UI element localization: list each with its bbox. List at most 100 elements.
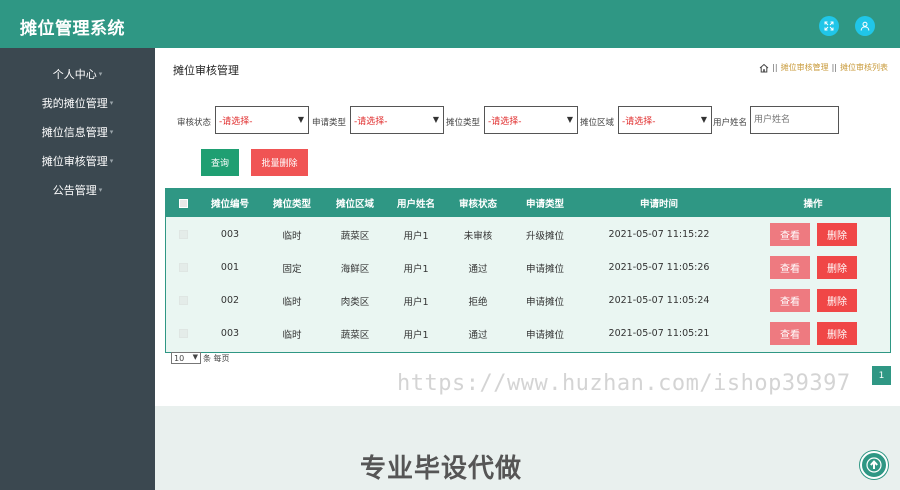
watermark-text: https://www.huzhan.com/ishop39397 xyxy=(397,371,851,396)
main-content: 摊位审核管理 || 摊位审核管理 || 摊位审核列表 审核状态 -请选择- ▼ … xyxy=(155,48,900,406)
query-button[interactable]: 查询 xyxy=(201,149,239,176)
footer: 专业毕设代做 xyxy=(155,406,900,490)
stall-area-value: -请选择- xyxy=(622,116,656,127)
header-stall-area: 摊位区域 xyxy=(335,199,374,210)
row-checkbox[interactable] xyxy=(178,263,188,272)
cell-stall-no: 003 xyxy=(220,328,240,339)
row-checkbox-cell xyxy=(172,251,194,284)
chevron-down-icon: ▾ xyxy=(109,128,114,136)
cell-stall-type: 临时 xyxy=(282,329,302,341)
view-button[interactable]: 查看 xyxy=(770,223,810,246)
sidebar-item-label: 个人中心 xyxy=(52,68,97,81)
chevron-down-icon: ▾ xyxy=(98,70,103,78)
cell-user-name: 用户1 xyxy=(403,296,429,308)
stall-type-select[interactable]: -请选择- ▼ xyxy=(484,106,578,134)
page-size-suffix: 条 每页 xyxy=(203,353,230,363)
page-title: 摊位审核管理 xyxy=(173,64,239,77)
cell-apply-type: 升级摊位 xyxy=(525,230,564,242)
row-checkbox[interactable] xyxy=(178,230,188,239)
cell-stall-type: 临时 xyxy=(282,230,302,242)
stall-type-label: 摊位类型 xyxy=(446,118,481,128)
row-checkbox-cell xyxy=(172,317,194,350)
delete-button[interactable]: 删除 xyxy=(817,223,857,246)
top-bar: 摊位管理系统 xyxy=(0,0,900,48)
cell-apply-time: 2021-05-07 11:05:24 xyxy=(608,295,710,306)
cell-stall-area: 肉类区 xyxy=(340,296,370,308)
header-stall-type: 摊位类型 xyxy=(272,199,311,210)
review-status-value: -请选择- xyxy=(219,116,253,127)
sidebar-item-my-stall[interactable]: 我的摊位管理 ▾ xyxy=(0,93,155,113)
select-all-checkbox[interactable] xyxy=(178,198,188,208)
header-stall-no: 摊位编号 xyxy=(210,199,249,210)
cell-stall-no: 001 xyxy=(220,262,240,273)
cell-stall-area: 海鲜区 xyxy=(340,263,370,275)
page-size-select[interactable]: 10 ▼ xyxy=(171,352,201,364)
stall-area-label: 摊位区域 xyxy=(580,118,615,128)
sidebar-item-stall-info[interactable]: 摊位信息管理 ▾ xyxy=(0,122,155,142)
user-menu-button[interactable] xyxy=(855,16,875,36)
chevron-down-icon: ▾ xyxy=(109,99,114,107)
sidebar-item-notice[interactable]: 公告管理 ▾ xyxy=(0,180,155,200)
breadcrumb: || 摊位审核管理 || 摊位审核列表 xyxy=(759,62,888,73)
header-apply-type: 申请类型 xyxy=(525,199,564,210)
cell-stall-type: 临时 xyxy=(282,296,302,308)
view-button[interactable]: 查看 xyxy=(770,256,810,279)
chevron-down-icon: ▼ xyxy=(566,115,573,124)
chevron-down-icon: ▼ xyxy=(700,115,707,124)
sidebar-item-label: 我的摊位管理 xyxy=(41,97,108,110)
user-name-input[interactable] xyxy=(750,106,839,134)
table-header: 摊位编号 摊位类型 摊位区域 用户姓名 审核状态 申请类型 申请时间 操作 xyxy=(166,189,890,217)
breadcrumb-item-review-management[interactable]: 摊位审核管理 xyxy=(781,62,829,73)
page-size-value: 10 xyxy=(174,353,185,363)
user-name-label: 用户姓名 xyxy=(713,118,748,128)
review-status-select[interactable]: -请选择- ▼ xyxy=(215,106,309,134)
chevron-down-icon: ▼ xyxy=(432,115,439,124)
sidebar-item-stall-review[interactable]: 摊位审核管理 ▾ xyxy=(0,151,155,171)
cell-apply-type: 申请摊位 xyxy=(525,329,564,341)
sidebar-item-label: 摊位审核管理 xyxy=(41,155,108,168)
cell-user-name: 用户1 xyxy=(403,230,429,242)
page-button-current[interactable]: 1 xyxy=(872,366,891,385)
row-checkbox[interactable] xyxy=(178,329,188,338)
table-row: 001 固定 海鲜区 用户1 通过 申请摊位 2021-05-07 11:05:… xyxy=(166,251,890,284)
table-row: 002 临时 肉类区 用户1 拒绝 申请摊位 2021-05-07 11:05:… xyxy=(166,284,890,317)
review-table: 摊位编号 摊位类型 摊位区域 用户姓名 审核状态 申请类型 申请时间 操作 00… xyxy=(165,188,891,353)
batch-delete-button[interactable]: 批量删除 xyxy=(251,149,308,176)
delete-button[interactable]: 删除 xyxy=(817,322,857,345)
cell-apply-type: 申请摊位 xyxy=(525,263,564,275)
sidebar-item-personal-center[interactable]: 个人中心 ▾ xyxy=(0,64,155,84)
chevron-down-icon: ▾ xyxy=(98,186,103,194)
breadcrumb-item-review-list: 摊位审核列表 xyxy=(840,63,888,72)
cell-stall-area: 蔬菜区 xyxy=(340,230,370,242)
user-icon xyxy=(860,21,870,31)
home-icon[interactable] xyxy=(759,63,769,73)
select-all-cell xyxy=(172,189,194,217)
row-checkbox[interactable] xyxy=(178,296,188,305)
stall-area-select[interactable]: -请选择- ▼ xyxy=(618,106,712,134)
row-checkbox-cell xyxy=(172,218,194,251)
cell-apply-time: 2021-05-07 11:15:22 xyxy=(608,229,710,240)
header-apply-time: 申请时间 xyxy=(639,199,678,210)
apply-type-label: 申请类型 xyxy=(312,118,347,128)
header-review-status: 审核状态 xyxy=(458,199,497,210)
chevron-down-icon: ▼ xyxy=(297,115,304,124)
back-to-top-button[interactable] xyxy=(860,451,888,479)
sidebar-item-label: 公告管理 xyxy=(52,184,97,197)
fullscreen-button[interactable] xyxy=(819,16,839,36)
view-button[interactable]: 查看 xyxy=(770,322,810,345)
delete-button[interactable]: 删除 xyxy=(817,256,857,279)
page-size-control: 10 ▼ 条 每页 xyxy=(171,352,230,364)
review-status-label: 审核状态 xyxy=(177,118,212,128)
arrow-up-icon xyxy=(866,457,882,473)
delete-button[interactable]: 删除 xyxy=(817,289,857,312)
cell-review-status: 未审核 xyxy=(463,230,493,242)
table-row: 003 临时 蔬菜区 用户1 未审核 升级摊位 2021-05-07 11:15… xyxy=(166,218,890,251)
cell-apply-time: 2021-05-07 11:05:21 xyxy=(608,328,710,339)
cell-apply-type: 申请摊位 xyxy=(525,296,564,308)
cell-stall-type: 固定 xyxy=(282,263,302,275)
view-button[interactable]: 查看 xyxy=(770,289,810,312)
apply-type-select[interactable]: -请选择- ▼ xyxy=(350,106,444,134)
footer-text: 专业毕设代做 xyxy=(360,454,523,484)
breadcrumb-separator: || xyxy=(772,63,778,72)
cell-user-name: 用户1 xyxy=(403,263,429,275)
